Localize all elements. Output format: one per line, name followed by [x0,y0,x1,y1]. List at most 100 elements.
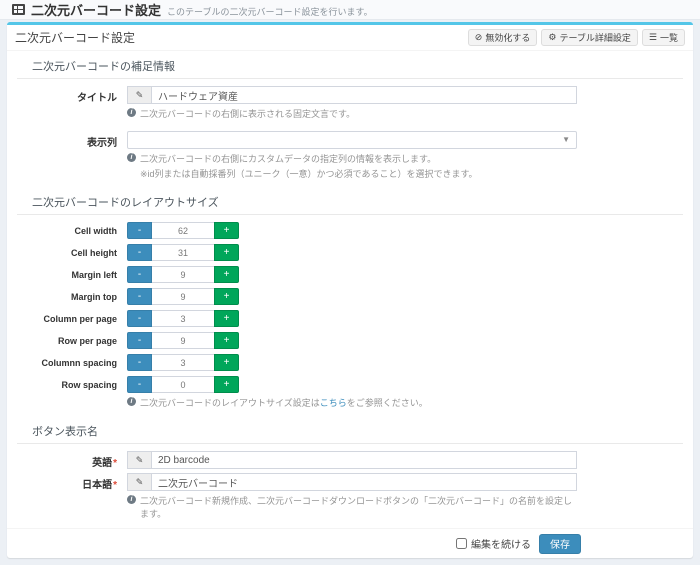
caret-down-icon[interactable]: ▼ [562,136,570,144]
save-button[interactable]: 保存 [539,534,581,554]
panel-footer: 編集を続ける 保存 [7,528,693,558]
row-per-page-row: Row per page - + [17,332,683,349]
column-spacing-input[interactable] [152,354,214,371]
cell-width-row: Cell width - + [17,222,683,239]
panel-title: 二次元バーコード設定 [15,29,135,46]
cell-height-input[interactable] [152,244,214,261]
display-column-label: 表示列 [17,131,127,149]
margin-left-row: Margin left - + [17,266,683,283]
required-mark: * [113,458,117,469]
pencil-icon: ✎ [127,451,151,469]
ban-icon: ⊘ [475,33,483,42]
divider [17,443,683,444]
cell-width-input[interactable] [152,222,214,239]
barcode-settings-panel: 二次元バーコード設定 ⊘ 無効化する ⚙ テーブル詳細設定 ☰ 一覧 二次元バー… [7,22,693,558]
minus-button[interactable]: - [127,310,152,327]
minus-button[interactable]: - [127,354,152,371]
column-spacing-label: Columnn spacing [17,354,127,368]
panel-header: 二次元バーコード設定 ⊘ 無効化する ⚙ テーブル詳細設定 ☰ 一覧 [7,25,693,51]
column-spacing-row: Columnn spacing - + [17,354,683,371]
continue-editing-option[interactable]: 編集を続ける [456,536,531,551]
title-field-row: タイトル ✎ i 二次元バーコードの右側に表示される固定文言です。 [17,86,683,127]
pencil-icon: ✎ [127,473,151,491]
layout-help: i 二次元バーコードのレイアウトサイズ設定はこちらをご参照ください。 [127,396,577,409]
info-icon: i [127,108,136,117]
divider [17,78,683,79]
info-icon: i [127,495,136,504]
japanese-name-row: 日本語* ✎ i 二次元バーコード新規作成、二次元バーコードダウンロードボタンの… [17,473,683,527]
disable-button-label: 無効化する [485,31,530,44]
page-title: 二次元バーコード設定 [31,0,161,19]
column-per-page-label: Column per page [17,310,127,324]
margin-left-label: Margin left [17,266,127,280]
panel-body: 二次元バーコードの補足情報 タイトル ✎ i 二次元バーコードの右側に表示される… [7,51,693,528]
minus-button[interactable]: - [127,288,152,305]
minus-button[interactable]: - [127,332,152,349]
minus-button[interactable]: - [127,376,152,393]
plus-button[interactable]: + [214,266,239,283]
row-per-page-stepper: - + [127,332,239,349]
page-subtitle: このテーブルの二次元バーコード設定を行います。 [167,2,373,18]
row-spacing-row: Row spacing - + i 二次元バーコードのレイアウトサイズ設定はこち… [17,376,683,416]
plus-button[interactable]: + [214,288,239,305]
content-header: 二次元バーコード設定 このテーブルの二次元バーコード設定を行います。 [0,0,700,20]
margin-top-stepper: - + [127,288,239,305]
minus-button[interactable]: - [127,244,152,261]
title-help: i 二次元バーコードの右側に表示される固定文言です。 [127,107,577,120]
plus-button[interactable]: + [214,354,239,371]
plus-button[interactable]: + [214,310,239,327]
continue-editing-label: 編集を続ける [471,536,531,551]
margin-left-stepper: - + [127,266,239,283]
cell-height-label: Cell height [17,244,127,258]
section-heading-button-names: ボタン表示名 [32,423,683,439]
button-names-help: i 二次元バーコード新規作成、二次元バーコードダウンロードボタンの「二次元バーコ… [127,494,577,520]
cell-width-stepper: - + [127,222,239,239]
margin-top-row: Margin top - + [17,288,683,305]
table-settings-button-label: テーブル詳細設定 [559,31,630,44]
title-field-label: タイトル [17,86,127,104]
column-per-page-row: Column per page - + [17,310,683,327]
japanese-name-input[interactable] [151,473,577,491]
continue-editing-checkbox[interactable] [456,538,467,549]
english-name-row: 英語* ✎ [17,451,683,469]
list-icon: ☰ [649,33,657,42]
margin-left-input[interactable] [152,266,214,283]
row-spacing-input[interactable] [152,376,214,393]
plus-button[interactable]: + [214,376,239,393]
display-column-row: 表示列 ▼ i 二次元バーコードの右側にカスタムデータの指定列の情報を表示します… [17,131,683,187]
display-column-select[interactable]: ▼ [127,131,577,149]
required-mark: * [113,480,117,491]
column-per-page-input[interactable] [152,310,214,327]
info-icon: i [127,397,136,406]
row-spacing-stepper: - + [127,376,239,393]
table-icon [12,4,25,15]
display-column-help: i 二次元バーコードの右側にカスタムデータの指定列の情報を表示します。 [127,152,577,165]
row-per-page-label: Row per page [17,332,127,346]
info-icon: i [127,153,136,162]
section-heading-supplement: 二次元バーコードの補足情報 [32,58,683,74]
divider [17,214,683,215]
table-settings-button[interactable]: ⚙ テーブル詳細設定 [541,29,638,46]
minus-button[interactable]: - [127,266,152,283]
display-column-help-note: ※id列または自動採番列（ユニーク（一意）かつ必須であること）を選択できます。 [140,167,577,180]
column-spacing-stepper: - + [127,354,239,371]
cell-height-row: Cell height - + [17,244,683,261]
margin-top-input[interactable] [152,288,214,305]
title-input[interactable] [151,86,577,104]
column-per-page-stepper: - + [127,310,239,327]
plus-button[interactable]: + [214,222,239,239]
disable-button[interactable]: ⊘ 無効化する [468,29,538,46]
panel-toolbar: ⊘ 無効化する ⚙ テーブル詳細設定 ☰ 一覧 [468,29,685,46]
section-heading-layout: 二次元バーコードのレイアウトサイズ [32,194,683,210]
plus-button[interactable]: + [214,244,239,261]
english-name-label: 英語* [17,451,127,469]
minus-button[interactable]: - [127,222,152,239]
row-per-page-input[interactable] [152,332,214,349]
english-name-input[interactable] [151,451,577,469]
margin-top-label: Margin top [17,288,127,302]
list-button[interactable]: ☰ 一覧 [642,29,685,46]
layout-help-link[interactable]: こちら [320,398,347,408]
pencil-icon: ✎ [127,86,151,104]
row-spacing-label: Row spacing [17,376,127,390]
plus-button[interactable]: + [214,332,239,349]
